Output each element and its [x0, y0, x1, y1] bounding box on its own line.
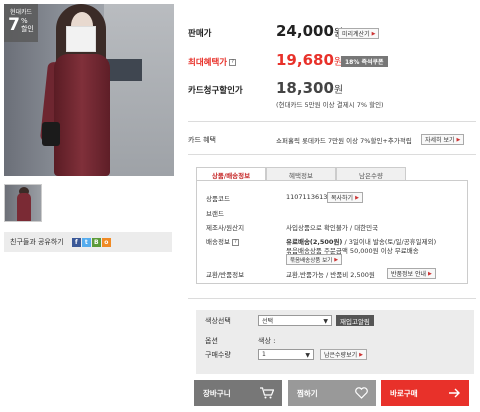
card-discount-badge: 현대카드 7 % 할인 — [4, 4, 38, 42]
share-bar: 친구들과 공유하기 f t B o — [4, 232, 172, 252]
brand-label: 브랜드 — [206, 210, 224, 218]
card-benefit-detail-button[interactable]: 자세히 보기 ▶ — [421, 134, 465, 145]
card-badge-percent: % — [20, 17, 28, 25]
help-icon[interactable]: ? — [229, 59, 237, 66]
chevron-down-icon: ▼ — [305, 352, 310, 359]
product-code-value: 1107113613 — [286, 193, 328, 201]
help-icon[interactable]: ? — [231, 238, 239, 246]
origin-value: 사입상품으로 확인불가 / 대한민국 — [286, 224, 379, 232]
quantity-select[interactable]: 1 ▼ — [258, 349, 314, 360]
option-value: 색상 : — [258, 337, 276, 345]
card-price-value: 18,300 — [276, 79, 334, 97]
cart-icon — [260, 387, 275, 402]
tab-remaining-qty[interactable]: 남은수량 — [336, 167, 406, 181]
color-select-value: 선택 — [262, 318, 274, 325]
copy-button[interactable]: 복사하기 ▶ — [327, 192, 363, 203]
thumb-dress — [17, 193, 31, 221]
arrow-right-icon: ▶ — [371, 30, 376, 37]
twitter-icon[interactable]: t — [81, 237, 91, 247]
buy-now-button[interactable]: 바로구매 — [381, 380, 469, 406]
immediate-coupon-badge: 18% 즉석쿠폰 — [341, 56, 388, 67]
card-price: 18,300원 — [276, 79, 343, 97]
return-value: 교환,반품가능 / 반품비 2,500원 — [286, 271, 375, 279]
tab-benefit-info[interactable]: 혜택정보 — [266, 167, 336, 181]
quantity-label: 구매수량 — [205, 351, 231, 359]
model-bag — [42, 122, 60, 146]
return-info-button[interactable]: 반품정보 안내 ▶ — [387, 268, 436, 279]
sale-price: 24,000원 — [276, 22, 343, 40]
max-benefit-label: 최대혜택가? — [188, 56, 237, 68]
card-benefit-text: 쇼퍼홀릭 롯데카드 7만원 이상 7%할인+추가적립 — [276, 137, 412, 145]
color-select-label: 색상선택 — [205, 317, 231, 325]
photo-background — [104, 4, 174, 176]
blog-icon[interactable]: B — [91, 237, 101, 247]
add-to-cart-button[interactable]: 장바구니 — [194, 380, 282, 406]
buy-button-label: 바로구매 — [390, 388, 418, 398]
origin-label: 제조사/원산지 — [206, 224, 245, 232]
preview-calc-button[interactable]: 미리계산기 ▶ — [338, 28, 380, 39]
copy-button-label: 복사하기 — [331, 195, 354, 202]
arrow-right-icon: ▶ — [355, 194, 359, 201]
heart-icon — [355, 387, 368, 402]
max-benefit-price: 19,680원 — [276, 51, 343, 69]
product-thumbnail[interactable] — [4, 184, 42, 222]
share-label: 친구들과 공유하기 — [10, 238, 64, 246]
sale-price-value: 24,000 — [276, 22, 334, 40]
max-benefit-label-text: 최대혜택가 — [188, 58, 228, 68]
preview-calc-label: 미리계산기 — [342, 31, 370, 38]
quantity-select-value: 1 — [262, 351, 266, 358]
tab-shipping-info[interactable]: 상품/배송정보 — [196, 167, 266, 181]
wishlist-button-label: 찜하기 — [297, 388, 318, 398]
card-discount-note: (현대카드 5만원 이상 결제시 7% 할인) — [276, 101, 384, 109]
max-benefit-price-value: 19,680 — [276, 51, 334, 69]
card-price-label: 카드청구할인가 — [188, 86, 243, 96]
cart-button-label: 장바구니 — [203, 388, 231, 398]
option-box — [196, 310, 474, 374]
arrow-right-icon — [448, 387, 461, 402]
chevron-down-icon: ▼ — [323, 318, 328, 325]
option-label: 옵션 — [205, 337, 218, 345]
model-dress — [54, 54, 110, 176]
restock-alert-button[interactable]: 재입고알림 — [336, 315, 374, 326]
remaining-qty-button[interactable]: 남은수량보기 ▶ — [320, 349, 367, 360]
bundle-shipping-label: 묶음배송상품 보기 — [290, 257, 333, 264]
arrow-right-icon: ▶ — [428, 270, 432, 277]
sale-price-label: 판매가 — [188, 29, 212, 39]
arrow-right-icon: ▶ — [334, 256, 339, 263]
return-info-label: 반품정보 안내 — [391, 271, 427, 278]
card-benefit-label: 카드 혜택 — [188, 136, 216, 144]
rss-icon[interactable]: o — [101, 237, 111, 247]
divider — [188, 121, 476, 122]
card-badge-sub: 할인 — [20, 25, 34, 33]
face-blur — [66, 26, 96, 52]
card-badge-number: 7 — [8, 15, 20, 35]
detail-button-label: 자세히 보기 — [425, 137, 455, 144]
return-label: 교환/반품정보 — [206, 271, 245, 279]
remaining-qty-label: 남은수량보기 — [324, 352, 358, 359]
bundle-shipping-button[interactable]: 묶음배송상품 보기 ▶ — [286, 254, 343, 265]
arrow-right-icon: ▶ — [359, 351, 363, 358]
card-price-won: 원 — [333, 85, 344, 96]
wishlist-button[interactable]: 찜하기 — [288, 380, 376, 406]
facebook-icon[interactable]: f — [71, 237, 81, 247]
shipping-label-text: 배송정보 — [206, 238, 230, 246]
divider — [188, 298, 476, 299]
arrow-right-icon: ▶ — [456, 136, 461, 143]
shipping-label: 배송정보? — [206, 236, 239, 246]
product-code-label: 상품코드 — [206, 195, 230, 203]
info-tabs: 상품/배송정보 혜택정보 남은수량 — [196, 167, 408, 181]
color-select[interactable]: 선택 ▼ — [258, 315, 332, 326]
divider — [188, 154, 476, 155]
